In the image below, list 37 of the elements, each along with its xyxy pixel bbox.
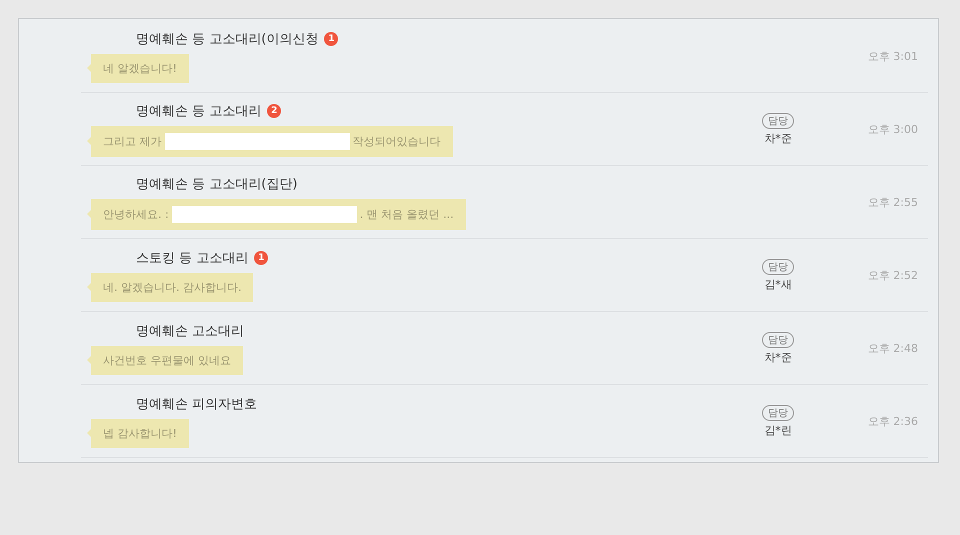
message-text: 네 알겠습니다!: [103, 60, 177, 76]
chat-row[interactable]: 명예훼손 등 고소대리(집단) 안녕하세요. : . 맨 처음 올렸던 ... 오후 2:55: [81, 166, 928, 239]
assignee-name: 김*린: [764, 422, 792, 438]
chat-title: 명예훼손 등 고소대리(이의신청: [136, 30, 318, 48]
chat-row[interactable]: 명예훼손 등 고소대리(이의신청 1 네 알겠습니다! 오후 3:01: [81, 20, 928, 93]
chat-row[interactable]: 명예훼손 고소대리 사건번호 우편물에 있네요 담당 차*준 오후 2:48: [81, 312, 928, 385]
unread-badge: 2: [267, 104, 282, 118]
chat-time: 오후 3:01: [866, 48, 919, 64]
chat-time: 오후 2:55: [866, 194, 919, 210]
chat-title: 스토킹 등 고소대리: [136, 250, 248, 266]
assignee-tag: 담당: [762, 404, 794, 420]
message-text: . 맨 처음 올렸던 ...: [360, 206, 454, 222]
message-text: 네. 알겠습니다. 감사합니다.: [103, 280, 242, 294]
chat-title: 명예훼손 피의자변호: [136, 396, 258, 412]
message-text: 안녕하세요. :: [103, 206, 169, 222]
message-text: 그리고 제가: [103, 134, 162, 148]
unread-badge: 1: [324, 32, 338, 46]
message-text: 사건번호 우편물에 있네요: [103, 352, 231, 368]
assignee-tag: 담당: [762, 332, 794, 348]
chat-row[interactable]: 명예훼손 피의자변호 넵 감사합니다! 담당 김*린 오후 2:36: [81, 385, 928, 458]
message-text: 작성되어있습니다: [352, 134, 440, 148]
assignee-tag: 담당: [762, 112, 794, 128]
chat-time: 오후 2:48: [866, 340, 919, 356]
chat-title: 명예훼손 고소대리: [136, 322, 244, 340]
chat-row[interactable]: 스토킹 등 고소대리 1 네. 알겠습니다. 감사합니다. 담당 김*새 오후 2:52: [81, 239, 928, 312]
chat-title: 명예훼손 등 고소대리: [136, 102, 262, 120]
unread-badge: 1: [254, 250, 268, 264]
chat-time: 오후 2:52: [866, 268, 919, 282]
chat-title: 명예훼손 등 고소대리(집단): [136, 176, 298, 192]
assignee-name: 김*새: [764, 276, 792, 292]
assignee-name: 차*준: [764, 130, 792, 146]
assignee-name: 차*준: [764, 350, 792, 364]
assignee-tag: 담당: [762, 258, 794, 274]
message-text: 넵 감사합니다!: [103, 426, 177, 440]
chat-row[interactable]: 명예훼손 등 고소대리 2 그리고 제가 작성되어있습니다 담당 차*준 오후 3:00: [81, 93, 928, 166]
chat-time: 오후 3:00: [866, 122, 919, 136]
chat-time: 오후 2:36: [866, 414, 919, 428]
